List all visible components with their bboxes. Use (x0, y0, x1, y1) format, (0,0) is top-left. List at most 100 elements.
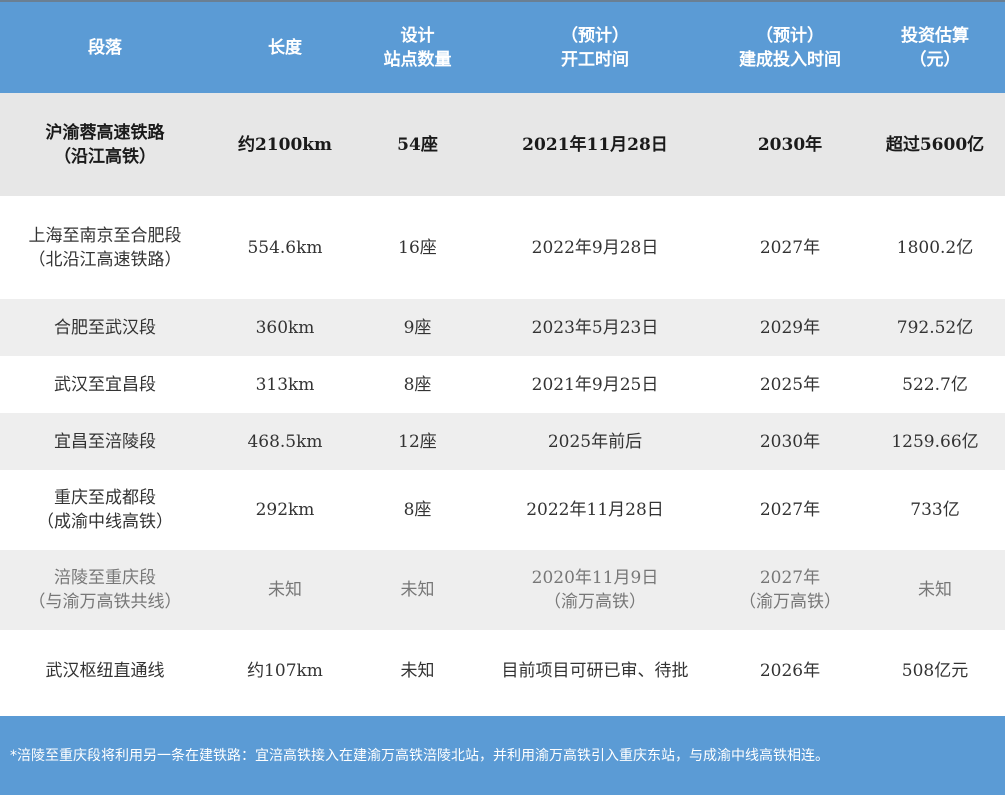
cell-investment: 733亿 (865, 470, 1005, 550)
cell-text: 360km (255, 317, 315, 338)
cell-text: 1800.2亿 (896, 237, 974, 258)
cell-complete: 2027年 （渝万高铁） (715, 550, 865, 630)
cell-start: 2021年9月25日 (475, 356, 715, 413)
cell-text: 合肥至武汉段 (54, 317, 156, 338)
cell-text: 1259.66亿 (891, 431, 979, 452)
cell-text: 2030年 (759, 431, 821, 452)
table-row: 涪陵至重庆段 （与渝万高铁共线） 未知 未知 2020年11月9日 （渝万高铁） 2027年… (0, 550, 1005, 630)
header-text: （预计） (756, 25, 824, 46)
cell-investment: 未知 (865, 550, 1005, 630)
cell-length: 约107km (210, 630, 360, 711)
cell-stations: 16座 (360, 196, 475, 299)
cell-length: 468.5km (210, 413, 360, 470)
cell-text: （成渝中线高铁） (37, 512, 173, 532)
table-row: 上海至南京至合肥段 （北沿江高速铁路） 554.6km 16座 2022年9月28日 20… (0, 196, 1005, 299)
cell-stations: 12座 (360, 413, 475, 470)
cell-text: 2027年 (759, 237, 821, 258)
cell-text: 2029年 (759, 317, 821, 338)
cell-start: 目前项目可研已审、待批 (475, 630, 715, 711)
table-row: 武汉至宜昌段 313km 8座 2021年9月25日 2025年 522.7亿 (0, 356, 1005, 413)
cell-text: 468.5km (247, 431, 323, 452)
table-header-row: 段落 长度 设计站点数量 （预计） 开工时间 （预计） 建成投入时间 投资估算 （元） (0, 2, 1005, 93)
cell-stations: 未知 (360, 630, 475, 711)
header-text: 开工时间 (561, 49, 629, 70)
cell-text: 目前项目可研已审、待批 (501, 660, 689, 681)
cell-length: 554.6km (210, 196, 360, 299)
header-segment: 段落 (0, 2, 210, 93)
cell-text: 2023年5月23日 (531, 317, 659, 338)
cell-text: 约107km (247, 660, 323, 681)
cell-text: 522.7亿 (902, 374, 968, 395)
cell-text: 2030年 (757, 134, 823, 155)
cell-text: 2021年11月28日 (522, 134, 668, 155)
header-text: 站点数量 (383, 49, 452, 70)
rail-segments-table: 段落 长度 设计站点数量 （预计） 开工时间 （预计） 建成投入时间 投资估算 （元） 沪渝蓉高… (0, 2, 1005, 711)
cell-length: 292km (210, 470, 360, 550)
cell-text: 16座 (398, 237, 437, 258)
cell-stations: 8座 (360, 356, 475, 413)
cell-segment: 武汉至宜昌段 (0, 356, 210, 413)
cell-investment: 792.52亿 (865, 299, 1005, 356)
cell-text: 2027年 (759, 500, 821, 520)
cell-text: 54座 (397, 134, 438, 155)
cell-text: （渝万高铁） (544, 592, 646, 612)
header-text: 投资估算 (901, 25, 969, 46)
cell-text: 武汉枢纽直通线 (45, 660, 165, 681)
cell-start: 2025年前后 (475, 413, 715, 470)
cell-text: （沿江高铁） (54, 146, 156, 167)
header-text: （元） (909, 49, 961, 70)
cell-text: 554.6km (247, 237, 323, 258)
cell-investment: 522.7亿 (865, 356, 1005, 413)
footnote: *涪陵至重庆段将利用另一条在建铁路：宜涪高铁接入在建渝万高铁涪陵北站，并利用渝万… (0, 716, 1005, 795)
cell-text: 约2100km (237, 134, 333, 155)
cell-text: 733亿 (910, 500, 960, 520)
header-investment: 投资估算 （元） (865, 2, 1005, 93)
cell-start: 2023年5月23日 (475, 299, 715, 356)
cell-text: 9座 (403, 317, 432, 338)
cell-text: 未知 (400, 660, 435, 681)
cell-investment: 1800.2亿 (865, 196, 1005, 299)
header-text: （预计） (561, 25, 629, 46)
cell-text: 8座 (403, 374, 432, 395)
cell-investment: 超过5600亿 (865, 93, 1005, 196)
header-text: 设计 (400, 25, 435, 46)
cell-text: 上海至南京至合肥段 (28, 225, 182, 246)
table-row: 沪渝蓉高速铁路 （沿江高铁） 约2100km 54座 2021年11月28日 2030年 超… (0, 93, 1005, 196)
cell-investment: 1259.66亿 (865, 413, 1005, 470)
cell-text: 沪渝蓉高速铁路 (45, 122, 165, 143)
cell-text: 792.52亿 (896, 317, 974, 338)
cell-text: 2020年11月9日 (531, 568, 659, 588)
cell-text: 未知 (400, 580, 435, 600)
header-text: 长度 (268, 37, 302, 58)
table-body: 沪渝蓉高速铁路 （沿江高铁） 约2100km 54座 2021年11月28日 2030年 超… (0, 93, 1005, 711)
cell-complete: 2030年 (715, 93, 865, 196)
cell-text: 未知 (268, 580, 302, 600)
cell-text: 313km (255, 374, 315, 395)
cell-segment: 上海至南京至合肥段 （北沿江高速铁路） (0, 196, 210, 299)
cell-stations: 54座 (360, 93, 475, 196)
cell-stations: 9座 (360, 299, 475, 356)
header-stations: 设计 站点数量 (360, 2, 475, 93)
cell-text: 12座 (398, 431, 437, 452)
cell-complete: 2026年 (715, 630, 865, 711)
table-row: 宜昌至涪陵段 468.5km 12座 2025年前后 2030年 1259.66亿 (0, 413, 1005, 470)
cell-text: （渝万高铁） (739, 592, 841, 612)
cell-segment: 重庆至成都段 （成渝中线高铁） (0, 470, 210, 550)
cell-text: 2025年 (759, 374, 821, 395)
cell-length: 360km (210, 299, 360, 356)
footnote-text: *涪陵至重庆段将利用另一条在建铁路：宜涪高铁接入在建渝万高铁涪陵北站，并利用渝万… (10, 748, 829, 764)
cell-text: 2026年 (759, 660, 821, 681)
cell-text: 2025年前后 (547, 431, 643, 452)
cell-complete: 2027年 (715, 470, 865, 550)
cell-complete: 2029年 (715, 299, 865, 356)
cell-text: 未知 (918, 580, 952, 600)
cell-length: 未知 (210, 550, 360, 630)
cell-stations: 未知 (360, 550, 475, 630)
header-complete: （预计） 建成投入时间 (715, 2, 865, 93)
cell-text: （北沿江高速铁路） (28, 249, 182, 270)
cell-start: 2020年11月9日 （渝万高铁） (475, 550, 715, 630)
cell-text: 508亿元 (901, 660, 969, 681)
cell-text: 武汉至宜昌段 (54, 374, 156, 395)
cell-length: 约2100km (210, 93, 360, 196)
cell-text: 2027年 (759, 568, 821, 588)
